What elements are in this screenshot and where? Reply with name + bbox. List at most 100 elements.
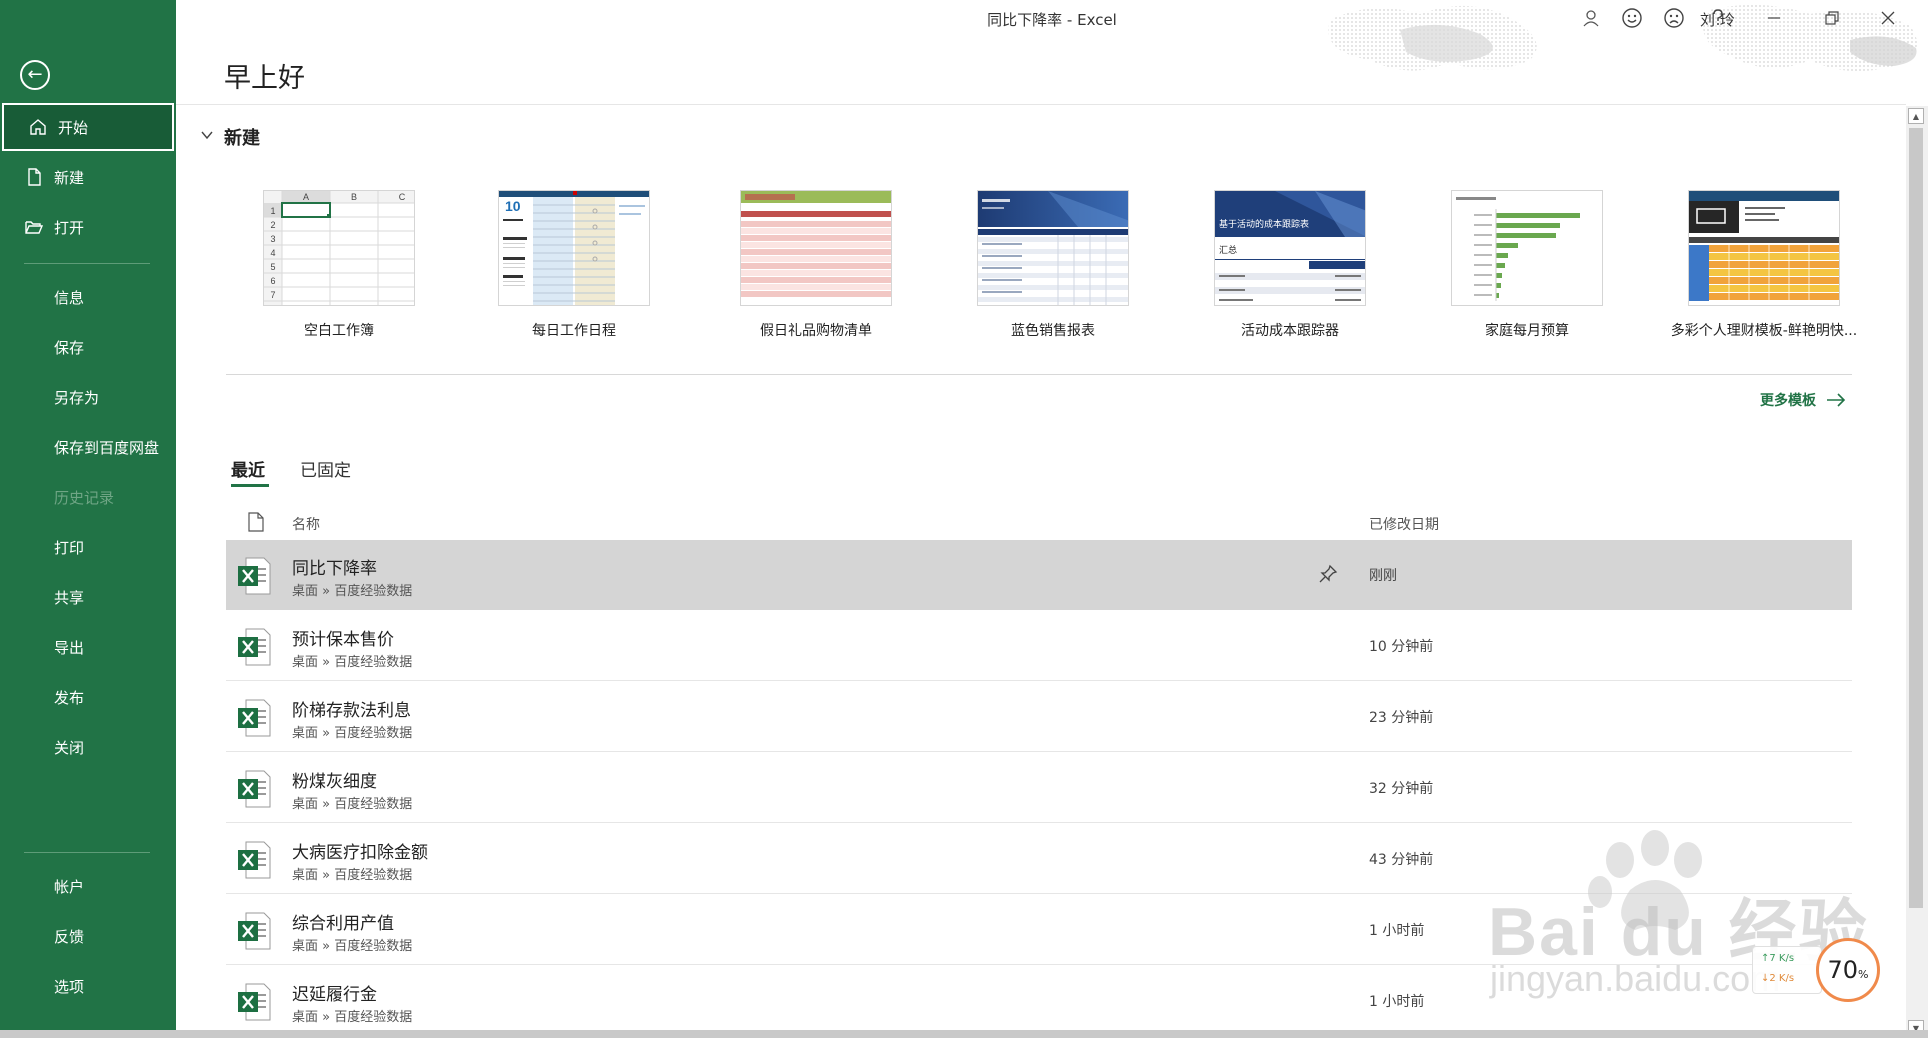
file-type-icon xyxy=(248,512,264,532)
template-thumbnail xyxy=(740,190,892,306)
restore-icon[interactable] xyxy=(1820,6,1844,30)
sidebar-item-label: 历史记录 xyxy=(54,488,115,507)
sidebar-item-label: 信息 xyxy=(54,288,85,307)
sidebar-item-label: 打开 xyxy=(54,218,85,237)
vertical-scrollbar[interactable]: ▲ ▼ xyxy=(1906,106,1928,1038)
sidebar-item-open[interactable]: 打开 xyxy=(0,203,176,251)
file-name: 大病医疗扣除金额 xyxy=(292,843,428,863)
minimize-icon[interactable] xyxy=(1762,6,1786,30)
active-tab-underline xyxy=(231,484,269,487)
frown-feedback-icon[interactable] xyxy=(1662,6,1686,30)
tab-recent[interactable]: 最近 xyxy=(231,456,265,481)
sidebar-item-history: 历史记录 xyxy=(0,473,176,521)
file-path: 桌面 » 百度经验数据 xyxy=(292,868,413,883)
template-label: 假日礼品购物清单 xyxy=(760,323,872,339)
file-modified-date: 10 分钟前 xyxy=(1369,639,1434,655)
folder-open-icon xyxy=(25,221,44,234)
excel-file-icon xyxy=(238,557,271,595)
scroll-thumb[interactable] xyxy=(1909,128,1923,908)
arrow-right-icon xyxy=(1827,393,1846,407)
file-name: 阶梯存款法利息 xyxy=(292,701,411,721)
sidebar-item-close[interactable]: 关闭 xyxy=(0,723,176,771)
sidebar-item-options[interactable]: 选项 xyxy=(0,962,176,1010)
template-thumbnail: A B C 1 2 3 4 5 6 7 xyxy=(263,190,415,306)
more-templates-link[interactable]: 更多模板 xyxy=(1760,390,1846,410)
back-button[interactable]: ← xyxy=(20,60,50,90)
home-icon xyxy=(30,119,46,135)
sales-report-thumbnail xyxy=(978,191,1128,305)
sidebar-item-save-baidu[interactable]: 保存到百度网盘 xyxy=(0,423,176,471)
sidebar-item-feedback[interactable]: 反馈 xyxy=(0,912,176,960)
excel-file-icon xyxy=(238,770,271,808)
row-header-6: 6 xyxy=(270,276,275,286)
sidebar-item-account[interactable]: 帐户 xyxy=(0,862,176,910)
file-modified-date: 32 分钟前 xyxy=(1369,781,1434,797)
file-path: 桌面 » 百度经验数据 xyxy=(292,797,413,812)
recent-file-row[interactable]: 同比下降率 桌面 » 百度经验数据 刚刚 xyxy=(226,540,1852,610)
column-header-date[interactable]: 已修改日期 xyxy=(1369,514,1439,534)
daily-schedule-thumbnail: 10 xyxy=(499,191,649,305)
cost-tracker-thumb-title: 基于活动的成本跟踪表 xyxy=(1219,218,1309,230)
file-path: 桌面 » 百度经验数据 xyxy=(292,939,413,954)
template-label: 活动成本跟踪器 xyxy=(1241,323,1339,339)
help-icon[interactable] xyxy=(1706,6,1730,30)
watermark-url: jingyan.baidu.com xyxy=(1490,958,1781,999)
sidebar-item-new[interactable]: 新建 xyxy=(0,153,176,201)
cost-tracker-thumbnail: 基于活动的成本跟踪表 汇总 xyxy=(1215,191,1365,301)
file-modified-date: 刚刚 xyxy=(1369,568,1397,584)
sidebar-item-save-as[interactable]: 另存为 xyxy=(0,373,176,421)
row-header-7: 7 xyxy=(270,290,275,300)
sidebar-item-home[interactable]: 开始 xyxy=(2,103,174,151)
sidebar-item-publish[interactable]: 发布 xyxy=(0,673,176,721)
tab-pinned[interactable]: 已固定 xyxy=(300,456,351,481)
sidebar-divider xyxy=(24,263,150,264)
sidebar-item-label: 关闭 xyxy=(54,738,85,757)
template-thumbnail xyxy=(1688,190,1840,306)
sidebar-item-share[interactable]: 共享 xyxy=(0,573,176,621)
user-avatar-icon[interactable] xyxy=(1579,6,1603,30)
sidebar-item-label: 保存 xyxy=(54,338,85,357)
upload-speed: ↑7 K/s xyxy=(1761,953,1795,964)
sidebar-item-label: 打印 xyxy=(54,538,85,557)
new-document-icon xyxy=(28,168,41,186)
column-header-name[interactable]: 名称 xyxy=(292,514,320,534)
excel-file-icon xyxy=(238,699,271,737)
file-modified-date: 1 小时前 xyxy=(1369,923,1425,939)
file-name: 粉煤灰细度 xyxy=(292,772,377,792)
collapse-chevron-icon[interactable] xyxy=(200,128,216,144)
row-header-4: 4 xyxy=(270,248,275,258)
personal-finance-thumbnail xyxy=(1689,191,1839,301)
file-modified-date: 43 分钟前 xyxy=(1369,852,1434,868)
sidebar-item-info[interactable]: 信息 xyxy=(0,273,176,321)
file-path: 桌面 » 百度经验数据 xyxy=(292,584,413,599)
sidebar-item-export[interactable]: 导出 xyxy=(0,623,176,671)
sidebar-item-print[interactable]: 打印 xyxy=(0,523,176,571)
pin-icon[interactable] xyxy=(1318,564,1338,584)
cost-tracker-thumb-summary: 汇总 xyxy=(1219,244,1237,256)
sidebar-item-label: 另存为 xyxy=(54,388,100,407)
excel-file-icon xyxy=(238,983,271,1021)
excel-file-icon xyxy=(238,628,271,666)
smile-feedback-icon[interactable] xyxy=(1620,6,1644,30)
header-divider xyxy=(176,104,1906,105)
row-header-5: 5 xyxy=(270,262,275,272)
budget-thumbnail xyxy=(1456,197,1580,301)
usage-percent: 70 xyxy=(1827,956,1859,984)
file-name: 同比下降率 xyxy=(292,559,377,579)
backstage-sidebar: ← 开始 新建 打开 信息 保存 另存为 保存到百度网盘 历史记录 打印 共享 … xyxy=(0,0,176,1038)
bottom-scroll-bar xyxy=(0,1030,1928,1038)
sidebar-item-label: 选项 xyxy=(54,977,85,996)
sidebar-item-label: 开始 xyxy=(58,118,89,137)
sidebar-item-label: 保存到百度网盘 xyxy=(54,438,160,457)
network-speed-widget[interactable]: ↑7 K/s ↓2 K/s 70 % xyxy=(1752,938,1882,1004)
recent-file-row[interactable]: 预计保本售价 桌面 » 百度经验数据 10 分钟前 xyxy=(226,611,1852,681)
recent-file-row[interactable]: 阶梯存款法利息 桌面 » 百度经验数据 23 分钟前 xyxy=(226,682,1852,752)
usage-percent-sign: % xyxy=(1858,967,1869,981)
sidebar-item-save[interactable]: 保存 xyxy=(0,323,176,371)
close-icon[interactable] xyxy=(1876,6,1900,30)
new-section-heading: 新建 xyxy=(224,128,260,149)
sidebar-item-label: 新建 xyxy=(54,168,85,187)
file-path: 桌面 » 百度经验数据 xyxy=(292,1010,413,1025)
recent-file-row[interactable]: 粉煤灰细度 桌面 » 百度经验数据 32 分钟前 xyxy=(226,753,1852,823)
scroll-up-arrow-icon[interactable]: ▲ xyxy=(1908,108,1924,124)
